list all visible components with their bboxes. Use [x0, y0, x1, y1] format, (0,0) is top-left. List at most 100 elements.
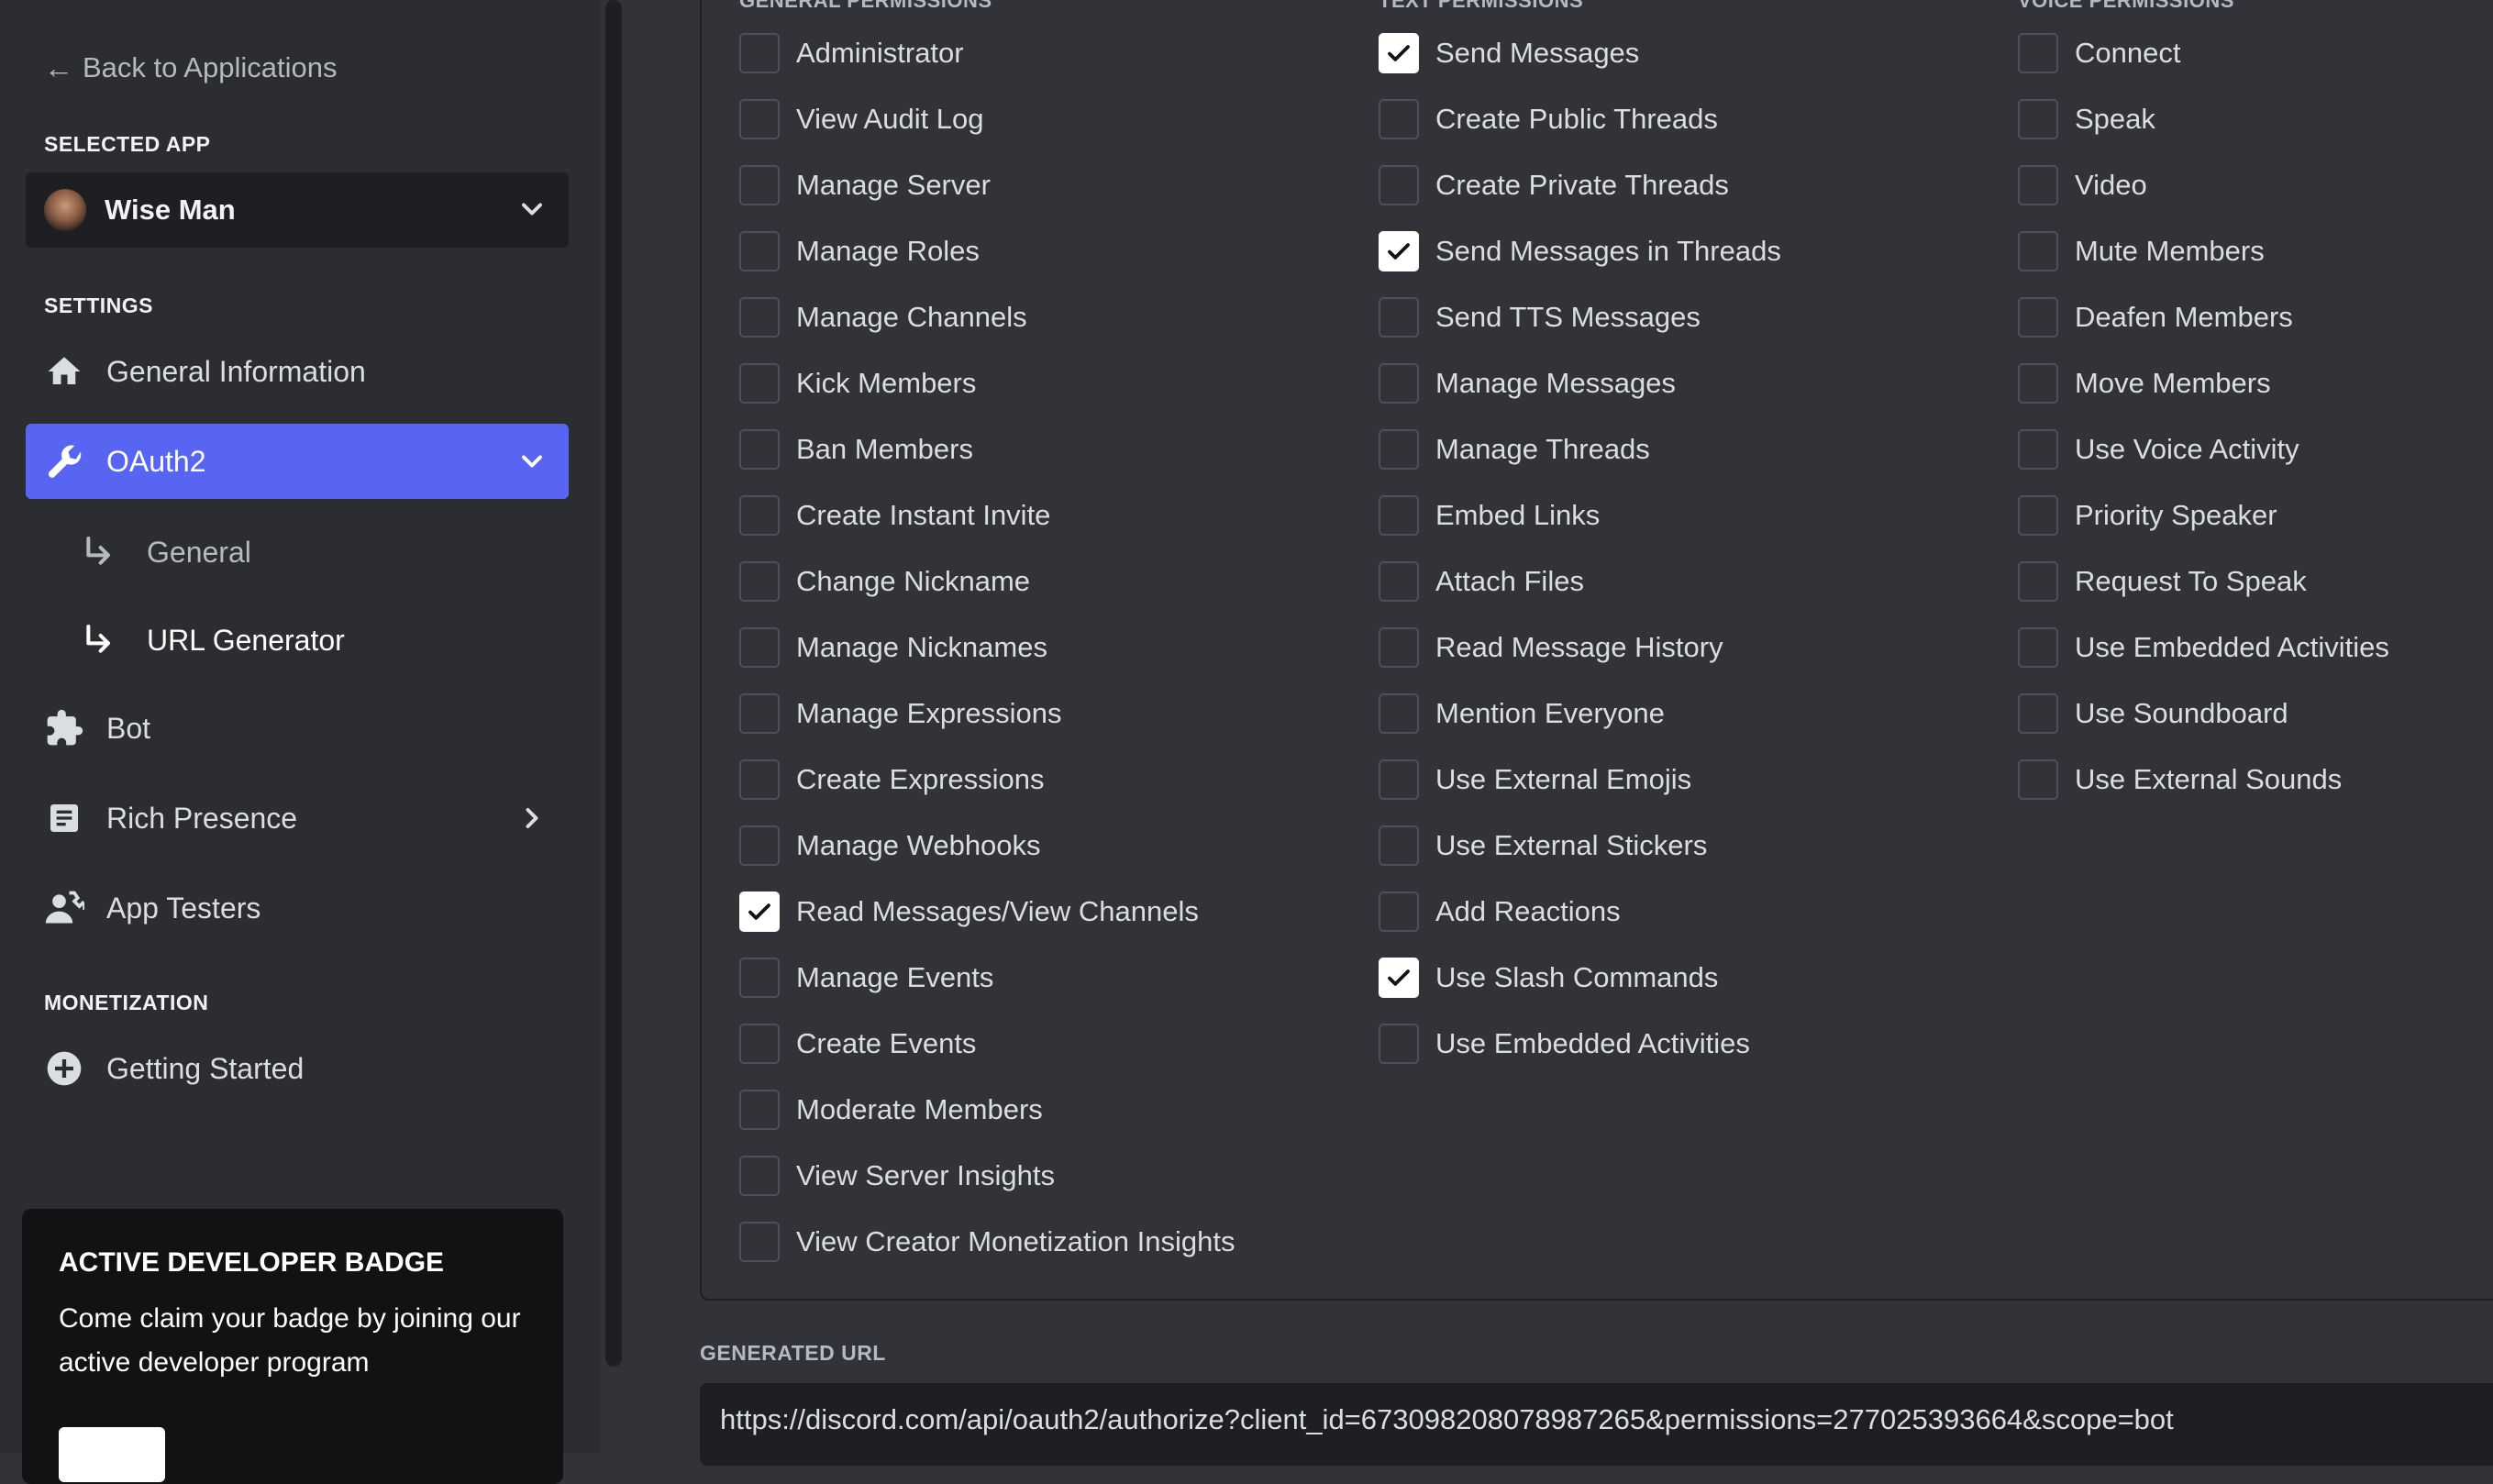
checkbox[interactable] — [739, 561, 780, 602]
permission-general-create-events[interactable]: Create Events — [739, 1020, 976, 1068]
back-to-applications-link[interactable]: ← Back to Applications — [44, 48, 337, 88]
permission-general-change-nickname[interactable]: Change Nickname — [739, 558, 1030, 605]
permission-text-read-message-history[interactable]: Read Message History — [1379, 624, 1723, 671]
permission-text-use-external-stickers[interactable]: Use External Stickers — [1379, 822, 1707, 869]
sidebar-item-oauth2[interactable]: OAuth2 — [26, 424, 569, 499]
permission-general-manage-server[interactable]: Manage Server — [739, 161, 991, 209]
sidebar-item-rich-presence[interactable]: Rich Presence — [26, 781, 569, 856]
checkbox[interactable] — [739, 231, 780, 271]
permission-text-add-reactions[interactable]: Add Reactions — [1379, 888, 1621, 936]
permission-general-manage-channels[interactable]: Manage Channels — [739, 293, 1027, 341]
checkbox[interactable] — [1379, 892, 1419, 932]
checkbox[interactable] — [1379, 297, 1419, 338]
checkbox-checked[interactable] — [1379, 231, 1419, 271]
permission-text-use-slash-commands[interactable]: Use Slash Commands — [1379, 954, 1718, 1002]
permission-voice-move-members[interactable]: Move Members — [2018, 360, 2271, 407]
permission-voice-use-external-sounds[interactable]: Use External Sounds — [2018, 756, 2342, 803]
checkbox[interactable] — [2018, 231, 2058, 271]
permission-text-manage-threads[interactable]: Manage Threads — [1379, 426, 1650, 473]
sidebar-subitem-url-generator[interactable]: URL Generator — [81, 613, 345, 668]
checkbox[interactable] — [739, 693, 780, 734]
checkbox[interactable] — [1379, 693, 1419, 734]
checkbox[interactable] — [2018, 297, 2058, 338]
permission-general-read-messages-view-channels[interactable]: Read Messages/View Channels — [739, 888, 1199, 936]
checkbox[interactable] — [739, 759, 780, 800]
permission-general-administrator[interactable]: Administrator — [739, 29, 964, 77]
permission-voice-use-embedded-activities[interactable]: Use Embedded Activities — [2018, 624, 2389, 671]
checkbox[interactable] — [2018, 759, 2058, 800]
permission-text-use-external-emojis[interactable]: Use External Emojis — [1379, 756, 1691, 803]
checkbox[interactable] — [739, 99, 780, 139]
app-selector[interactable]: Wise Man — [26, 172, 569, 248]
checkbox[interactable] — [1379, 99, 1419, 139]
permission-general-view-server-insights[interactable]: View Server Insights — [739, 1152, 1055, 1200]
permission-voice-use-soundboard[interactable]: Use Soundboard — [2018, 690, 2288, 737]
badge-card-button[interactable] — [59, 1427, 165, 1482]
checkbox[interactable] — [739, 1090, 780, 1130]
permission-text-manage-messages[interactable]: Manage Messages — [1379, 360, 1676, 407]
sidebar-item-getting-started[interactable]: Getting Started — [26, 1031, 569, 1106]
checkbox[interactable] — [2018, 33, 2058, 73]
permission-general-manage-nicknames[interactable]: Manage Nicknames — [739, 624, 1047, 671]
checkbox[interactable] — [739, 958, 780, 998]
permission-general-view-audit-log[interactable]: View Audit Log — [739, 95, 984, 143]
permission-general-manage-events[interactable]: Manage Events — [739, 954, 993, 1002]
checkbox[interactable] — [739, 429, 780, 470]
sidebar-scrollbar[interactable] — [605, 0, 622, 1367]
permission-text-attach-files[interactable]: Attach Files — [1379, 558, 1584, 605]
checkbox-checked[interactable] — [1379, 33, 1419, 73]
checkbox[interactable] — [1379, 363, 1419, 404]
permission-text-create-private-threads[interactable]: Create Private Threads — [1379, 161, 1729, 209]
checkbox[interactable] — [2018, 429, 2058, 470]
permission-general-create-instant-invite[interactable]: Create Instant Invite — [739, 492, 1050, 539]
checkbox[interactable] — [739, 363, 780, 404]
permission-voice-request-to-speak[interactable]: Request To Speak — [2018, 558, 2307, 605]
checkbox[interactable] — [2018, 99, 2058, 139]
checkbox[interactable] — [739, 825, 780, 866]
permission-general-create-expressions[interactable]: Create Expressions — [739, 756, 1045, 803]
checkbox[interactable] — [739, 1222, 780, 1262]
permission-general-view-creator-monetization-insights[interactable]: View Creator Monetization Insights — [739, 1218, 1235, 1266]
permission-general-manage-webhooks[interactable]: Manage Webhooks — [739, 822, 1041, 869]
permission-text-send-messages[interactable]: Send Messages — [1379, 29, 1639, 77]
permission-text-mention-everyone[interactable]: Mention Everyone — [1379, 690, 1665, 737]
checkbox[interactable] — [1379, 429, 1419, 470]
checkbox[interactable] — [1379, 165, 1419, 205]
sidebar-item-bot[interactable]: Bot — [26, 691, 569, 766]
checkbox[interactable] — [2018, 561, 2058, 602]
checkbox-checked[interactable] — [1379, 958, 1419, 998]
permission-text-send-messages-in-threads[interactable]: Send Messages in Threads — [1379, 227, 1781, 275]
checkbox[interactable] — [739, 495, 780, 536]
checkbox[interactable] — [739, 33, 780, 73]
permission-general-moderate-members[interactable]: Moderate Members — [739, 1086, 1043, 1134]
checkbox[interactable] — [739, 1024, 780, 1064]
permission-voice-connect[interactable]: Connect — [2018, 29, 2180, 77]
checkbox[interactable] — [739, 1156, 780, 1196]
permission-voice-mute-members[interactable]: Mute Members — [2018, 227, 2265, 275]
sidebar-item-app-testers[interactable]: App Testers — [26, 870, 569, 946]
permission-text-embed-links[interactable]: Embed Links — [1379, 492, 1600, 539]
permission-voice-video[interactable]: Video — [2018, 161, 2147, 209]
checkbox[interactable] — [2018, 363, 2058, 404]
checkbox[interactable] — [739, 165, 780, 205]
permission-voice-deafen-members[interactable]: Deafen Members — [2018, 293, 2293, 341]
permission-general-ban-members[interactable]: Ban Members — [739, 426, 973, 473]
sidebar-item-general-information[interactable]: General Information — [26, 334, 569, 409]
checkbox[interactable] — [739, 627, 780, 668]
checkbox[interactable] — [2018, 165, 2058, 205]
checkbox[interactable] — [1379, 1024, 1419, 1064]
permission-voice-priority-speaker[interactable]: Priority Speaker — [2018, 492, 2277, 539]
checkbox[interactable] — [1379, 825, 1419, 866]
permission-voice-use-voice-activity[interactable]: Use Voice Activity — [2018, 426, 2299, 473]
checkbox[interactable] — [1379, 495, 1419, 536]
permission-general-manage-roles[interactable]: Manage Roles — [739, 227, 980, 275]
checkbox[interactable] — [1379, 627, 1419, 668]
checkbox[interactable] — [739, 297, 780, 338]
checkbox[interactable] — [2018, 693, 2058, 734]
checkbox[interactable] — [1379, 759, 1419, 800]
permission-general-manage-expressions[interactable]: Manage Expressions — [739, 690, 1062, 737]
checkbox-checked[interactable] — [739, 892, 780, 932]
sidebar-subitem-general[interactable]: General — [81, 525, 251, 580]
checkbox[interactable] — [2018, 627, 2058, 668]
generated-url-field[interactable]: https://discord.com/api/oauth2/authorize… — [700, 1383, 2493, 1466]
